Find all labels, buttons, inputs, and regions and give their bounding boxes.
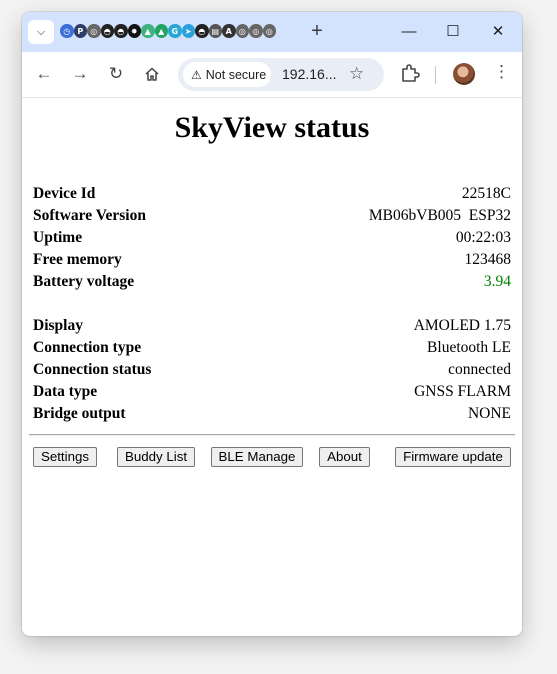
back-button[interactable]: ← xyxy=(32,62,56,86)
status-label: Battery voltage xyxy=(33,273,135,290)
github-icon[interactable]: ◓ xyxy=(114,24,128,38)
settings-button[interactable]: Settings xyxy=(33,447,97,467)
page-content: SkyView status Device Id 22518C Software V… xyxy=(22,99,522,636)
status-table: Device Id 22518C Software Version MB06bVB00… xyxy=(33,183,511,425)
browser-window: ⌵ ◷ P ◎ ◓ ◓ ✸ ▲ ▲ G ➤ ◓ ▤ A ◎ ◎ ◎ + — ☐ ✕ ← → ↻ xyxy=(22,12,522,636)
globe-icon[interactable]: ◎ xyxy=(262,24,276,38)
status-row: Display AMOLED 1.75 xyxy=(33,315,511,337)
minimize-icon: — xyxy=(401,23,417,40)
status-label: Uptime xyxy=(33,229,83,246)
status-row: Software Version MB06bVB005 ESP32 xyxy=(33,205,511,227)
a-icon[interactable]: A xyxy=(222,24,236,38)
reload-icon: ↻ xyxy=(108,64,124,83)
page-title: SkyView status xyxy=(174,111,370,144)
status-row: Battery voltage 3.94 xyxy=(33,271,511,293)
status-label: Connection status xyxy=(33,361,152,378)
globe-icon[interactable]: ◎ xyxy=(87,24,101,38)
new-tab-button[interactable]: + xyxy=(305,20,329,44)
p-icon[interactable]: P xyxy=(73,24,87,38)
arrow-right-icon: → xyxy=(71,64,89,83)
warning-icon: ⚠ xyxy=(191,67,202,82)
tab-search-button[interactable]: ⌵ xyxy=(28,20,54,44)
chevron-down-icon: ⌵ xyxy=(36,25,46,38)
reload-button[interactable]: ↻ xyxy=(104,62,128,86)
maximize-icon: ☐ xyxy=(446,23,460,40)
tab-strip: ⌵ ◷ P ◎ ◓ ◓ ✸ ▲ ▲ G ➤ ◓ ▤ A ◎ ◎ ◎ + — ☐ ✕ xyxy=(22,12,522,52)
github-icon[interactable]: ◓ xyxy=(195,24,209,38)
status-label: Bridge output xyxy=(33,405,126,422)
telegram-icon[interactable]: ➤ xyxy=(181,24,195,38)
firmware-update-button[interactable]: Firmware update xyxy=(395,447,511,467)
security-label: Not secure xyxy=(205,67,267,82)
status-label: Free memory xyxy=(33,251,122,268)
ble-manage-button[interactable]: BLE Manage xyxy=(211,447,303,467)
status-value: 22518C xyxy=(461,185,511,202)
openai-icon[interactable]: ✸ xyxy=(127,24,141,38)
status-value: 123468 xyxy=(464,251,512,268)
pinned-tabs: ◷ P ◎ ◓ ◓ ✸ ▲ ▲ G ➤ ◓ ▤ A ◎ ◎ ◎ xyxy=(60,24,276,40)
minimize-button[interactable]: — xyxy=(394,20,424,44)
url-text[interactable]: 192.16... xyxy=(282,66,337,82)
status-row: Bridge output NONE xyxy=(33,403,511,425)
status-value: GNSS FLARM xyxy=(414,383,511,400)
status-value: MB06bVB005 ESP32 xyxy=(368,207,511,224)
close-window-button[interactable]: ✕ xyxy=(483,20,513,44)
clock-icon[interactable]: ◷ xyxy=(60,24,74,38)
status-row: Free memory 123468 xyxy=(33,249,511,271)
home-button[interactable] xyxy=(140,62,164,86)
status-row: Data type GNSS FLARM xyxy=(33,381,511,403)
extensions-puzzle-icon[interactable] xyxy=(399,62,421,86)
toolbar-divider xyxy=(435,66,436,84)
status-label: Software Version xyxy=(33,207,146,224)
drive-icon[interactable]: ▲ xyxy=(154,24,168,38)
buddy-list-button[interactable]: Buddy List xyxy=(117,447,195,467)
home-icon xyxy=(145,67,159,81)
status-row: Connection status connected xyxy=(33,359,511,381)
profile-avatar[interactable] xyxy=(453,63,475,85)
row-spacer xyxy=(33,293,511,315)
status-label: Connection type xyxy=(33,339,142,356)
globe-icon[interactable]: ◎ xyxy=(235,24,249,38)
status-label: Display xyxy=(33,317,83,334)
status-value: connected xyxy=(448,361,511,378)
close-icon: ✕ xyxy=(491,23,505,40)
status-row: Connection type Bluetooth LE xyxy=(33,337,511,359)
browser-toolbar: ← → ↻ ⚠ Not secure 192.16... ☆ ⋮ xyxy=(22,52,522,98)
address-bar[interactable]: ⚠ Not secure 192.16... ☆ xyxy=(178,58,384,91)
status-value: Bluetooth LE xyxy=(427,339,511,356)
g-icon[interactable]: G xyxy=(168,24,182,38)
status-label: Data type xyxy=(33,383,98,400)
maximize-button[interactable]: ☐ xyxy=(438,20,468,44)
chart-icon[interactable]: ▲ xyxy=(141,24,155,38)
divider-line xyxy=(29,434,515,436)
globe-icon[interactable]: ◎ xyxy=(249,24,263,38)
status-row: Uptime 00:22:03 xyxy=(33,227,511,249)
about-button[interactable]: About xyxy=(319,447,370,467)
more-menu-icon[interactable]: ⋮ xyxy=(493,62,510,82)
status-label: Device Id xyxy=(33,185,96,202)
forward-button[interactable]: → xyxy=(68,62,92,86)
site-info-chip[interactable]: ⚠ Not secure xyxy=(183,62,271,87)
status-value: AMOLED 1.75 xyxy=(413,317,511,334)
doc-icon[interactable]: ▤ xyxy=(208,24,222,38)
bookmark-star-icon[interactable]: ☆ xyxy=(349,64,364,84)
status-value: 3.94 xyxy=(483,273,511,290)
arrow-left-icon: ← xyxy=(35,64,53,83)
status-row: Device Id 22518C xyxy=(33,183,511,205)
github-icon[interactable]: ◓ xyxy=(100,24,114,38)
plus-icon: + xyxy=(311,20,323,42)
status-value: NONE xyxy=(467,405,511,422)
status-value: 00:22:03 xyxy=(455,229,511,246)
